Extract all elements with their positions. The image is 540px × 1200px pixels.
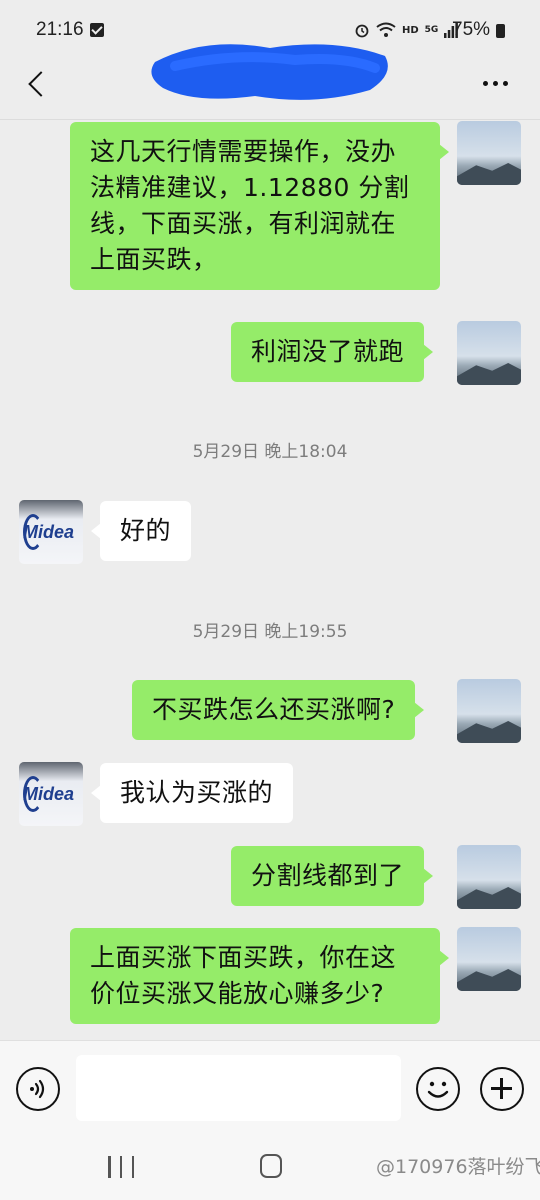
wifi-icon: [376, 22, 396, 37]
message-line: 上面买跌，: [90, 245, 218, 274]
contact-avatar[interactable]: Midea: [19, 500, 83, 564]
5g-label: 5G: [424, 25, 439, 35]
message-line: 线，下面买涨，有利润就在: [90, 209, 397, 238]
watermark: @170976落叶纷飞: [376, 1156, 540, 1178]
message-timestamp: 5月29日 晚上18:04: [192, 442, 348, 462]
alarm-icon: [355, 24, 369, 38]
message-line: 价位买涨又能放心赚多少?: [90, 979, 385, 1008]
recent-apps-icon[interactable]: [108, 1156, 134, 1178]
notification-check-icon: [90, 23, 104, 37]
message-bubble-incoming[interactable]: 好的: [90, 501, 192, 561]
message-bubble-outgoing[interactable]: 不买跌怎么还买涨啊?: [132, 680, 425, 740]
message-text: 我认为买涨的: [120, 778, 274, 807]
avatar-logo-text: Midea: [23, 522, 75, 542]
message-text: 利润没了就跑: [251, 337, 405, 366]
message-bubble-outgoing[interactable]: 这几天行情需要操作，没办 法精准建议，1.12880 分割 线，下面买涨，有利润…: [70, 122, 449, 290]
home-icon[interactable]: [260, 1154, 282, 1178]
contact-avatar[interactable]: Midea: [19, 762, 83, 826]
my-avatar[interactable]: [457, 845, 521, 909]
my-avatar[interactable]: [457, 927, 521, 991]
redacted-contact-name: [151, 44, 388, 100]
message-timestamp: 5月29日 晚上19:55: [192, 622, 348, 642]
message-bubble-outgoing[interactable]: 上面买涨下面买跌，你在这 价位买涨又能放心赚多少?: [70, 928, 449, 1024]
message-line: 上面买涨下面买跌，你在这: [90, 943, 397, 972]
status-icons: HD 5G: [354, 18, 459, 42]
my-avatar[interactable]: [457, 321, 521, 385]
battery-icon: [496, 24, 505, 38]
message-bubble-outgoing[interactable]: 分割线都到了: [231, 846, 434, 906]
avatar-logo-text: Midea: [23, 784, 75, 804]
hd-label: HD: [402, 24, 419, 36]
message-line: 这几天行情需要操作，没办: [90, 137, 397, 166]
message-text: 分割线都到了: [251, 861, 405, 890]
message-bubble-incoming[interactable]: 我认为买涨的: [90, 763, 294, 823]
message-input[interactable]: [76, 1055, 401, 1121]
chat-header: [0, 44, 540, 120]
my-avatar[interactable]: [457, 121, 521, 185]
more-dots-icon[interactable]: [472, 68, 518, 98]
message-bubble-outgoing[interactable]: 利润没了就跑: [231, 322, 434, 382]
message-text: 好的: [120, 516, 172, 545]
battery-percent: 75%: [452, 19, 491, 40]
system-nav-bar: @170976落叶纷飞: [0, 1136, 540, 1200]
emoji-icon[interactable]: [416, 1067, 460, 1111]
status-time: 21:16: [36, 19, 84, 40]
message-line: 法精准建议，1.12880 分割: [90, 173, 410, 202]
plus-icon[interactable]: [480, 1067, 524, 1111]
message-input-bar: [0, 1040, 540, 1136]
chevron-left-icon[interactable]: [20, 66, 56, 102]
message-text: 不买跌怎么还买涨啊?: [152, 695, 396, 724]
my-avatar[interactable]: [457, 679, 521, 743]
voice-icon[interactable]: [16, 1067, 60, 1111]
